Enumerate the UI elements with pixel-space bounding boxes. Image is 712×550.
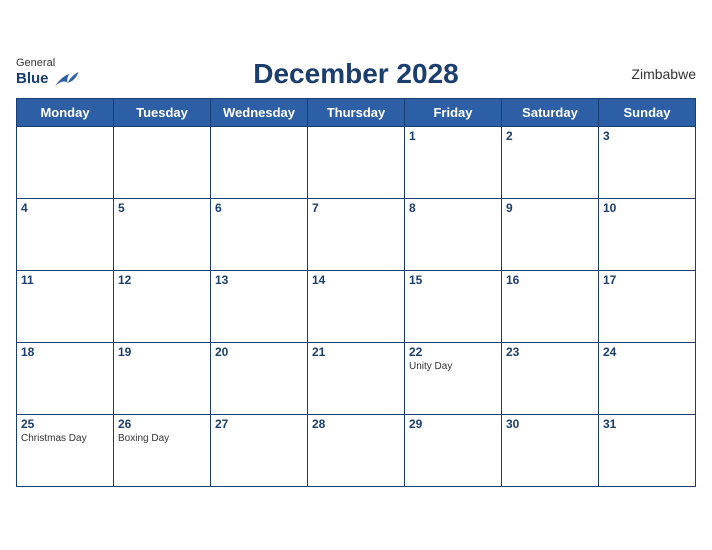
- day-cell: 12: [114, 270, 211, 342]
- day-cell: 22 Unity Day: [405, 342, 502, 414]
- calendar-table: Monday Tuesday Wednesday Thursday Friday…: [16, 98, 696, 487]
- day-number: 15: [409, 273, 497, 287]
- day-number: 17: [603, 273, 691, 287]
- day-cell: 2: [502, 126, 599, 198]
- day-cell: 8: [405, 198, 502, 270]
- day-number: 24: [603, 345, 691, 359]
- day-cell: 17: [599, 270, 696, 342]
- weekday-header-row: Monday Tuesday Wednesday Thursday Friday…: [17, 98, 696, 126]
- day-cell: 4: [17, 198, 114, 270]
- day-number: 14: [312, 273, 400, 287]
- header-monday: Monday: [17, 98, 114, 126]
- day-cell: 18: [17, 342, 114, 414]
- day-cell: [114, 126, 211, 198]
- week-row-3: 11 12 13 14 15 16 17: [17, 270, 696, 342]
- day-number: 19: [118, 345, 206, 359]
- day-number: 31: [603, 417, 691, 431]
- day-cell: [211, 126, 308, 198]
- day-cell: 7: [308, 198, 405, 270]
- day-cell: 24: [599, 342, 696, 414]
- day-cell: 14: [308, 270, 405, 342]
- day-number: 30: [506, 417, 594, 431]
- day-number: 29: [409, 417, 497, 431]
- calendar-wrapper: General Blue December 2028 Zimbabwe Mond…: [0, 48, 712, 503]
- week-row-1: 123: [17, 126, 696, 198]
- holiday-name: Boxing Day: [118, 433, 206, 444]
- header-thursday: Thursday: [308, 98, 405, 126]
- day-cell: 3: [599, 126, 696, 198]
- day-number: 16: [506, 273, 594, 287]
- day-number: 10: [603, 201, 691, 215]
- day-cell: 27: [211, 414, 308, 486]
- week-row-5: 25 Christmas Day 26 Boxing Day 27 28 29 30 31: [17, 414, 696, 486]
- day-number: 2: [506, 129, 594, 143]
- header-friday: Friday: [405, 98, 502, 126]
- day-number: 21: [312, 345, 400, 359]
- day-number: 3: [603, 129, 691, 143]
- week-row-2: 456789 10: [17, 198, 696, 270]
- logo-blue-text: Blue: [16, 71, 49, 88]
- day-number: 7: [312, 201, 400, 215]
- day-number: 23: [506, 345, 594, 359]
- day-number: 5: [118, 201, 206, 215]
- day-cell: 21: [308, 342, 405, 414]
- day-number: 25: [21, 417, 109, 431]
- calendar-header: General Blue December 2028 Zimbabwe: [16, 58, 696, 90]
- day-cell: 20: [211, 342, 308, 414]
- header-sunday: Sunday: [599, 98, 696, 126]
- day-cell: 6: [211, 198, 308, 270]
- day-number: 6: [215, 201, 303, 215]
- day-number: 26: [118, 417, 206, 431]
- day-number: 18: [21, 345, 109, 359]
- day-cell: [17, 126, 114, 198]
- day-cell: 28: [308, 414, 405, 486]
- day-number: 13: [215, 273, 303, 287]
- day-cell: 11: [17, 270, 114, 342]
- week-row-4: 18 19 20 21 22 Unity Day 23 24: [17, 342, 696, 414]
- day-cell: 19: [114, 342, 211, 414]
- month-title: December 2028: [253, 58, 458, 90]
- header-wednesday: Wednesday: [211, 98, 308, 126]
- day-cell: 5: [114, 198, 211, 270]
- day-number: 22: [409, 345, 497, 359]
- logo: General Blue: [16, 57, 79, 89]
- calendar-body: 12345678910111213141516171819202122Unity…: [17, 126, 696, 486]
- day-cell: 31: [599, 414, 696, 486]
- day-cell: 1: [405, 126, 502, 198]
- country-name: Zimbabwe: [631, 66, 696, 82]
- day-cell: 10: [599, 198, 696, 270]
- day-number: 20: [215, 345, 303, 359]
- logo-general-text: General: [16, 57, 79, 69]
- day-number: 9: [506, 201, 594, 215]
- day-number: 28: [312, 417, 400, 431]
- header-tuesday: Tuesday: [114, 98, 211, 126]
- day-cell: 23: [502, 342, 599, 414]
- holiday-name: Unity Day: [409, 361, 497, 372]
- day-cell: 25 Christmas Day: [17, 414, 114, 486]
- holiday-name: Christmas Day: [21, 433, 109, 444]
- day-number: 27: [215, 417, 303, 431]
- day-number: 8: [409, 201, 497, 215]
- day-number: 1: [409, 129, 497, 143]
- day-number: 11: [21, 273, 109, 287]
- day-cell: 9: [502, 198, 599, 270]
- day-cell: 15: [405, 270, 502, 342]
- logo-bird-icon: [51, 70, 79, 90]
- day-cell: 16: [502, 270, 599, 342]
- day-cell: 26 Boxing Day: [114, 414, 211, 486]
- header-saturday: Saturday: [502, 98, 599, 126]
- day-cell: 30: [502, 414, 599, 486]
- day-cell: [308, 126, 405, 198]
- day-number: 12: [118, 273, 206, 287]
- day-cell: 13: [211, 270, 308, 342]
- day-number: 4: [21, 201, 109, 215]
- day-cell: 29: [405, 414, 502, 486]
